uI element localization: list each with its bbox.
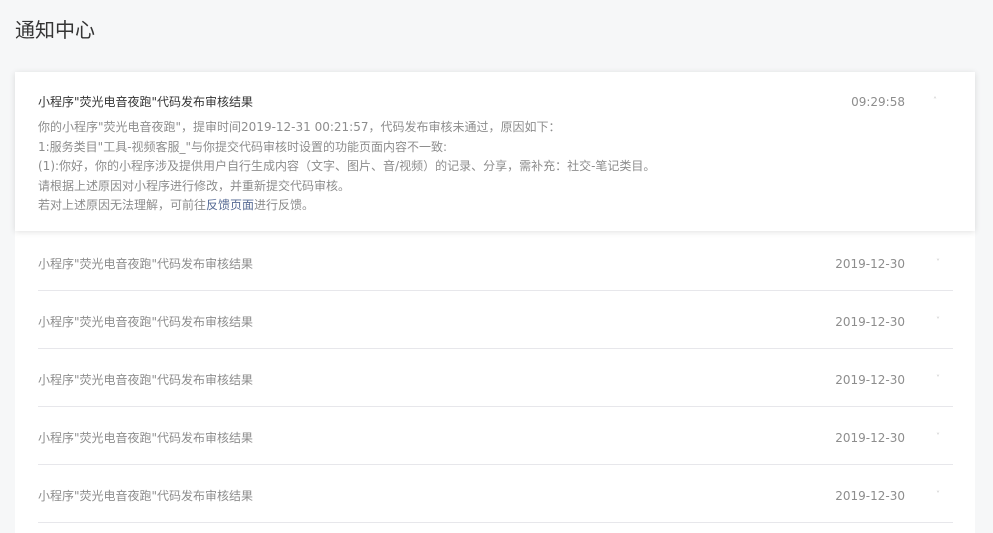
feedback-line-prefix: 若对上述原因无法理解，可前往 [38, 198, 207, 212]
notification-date: 2019-12-30 [835, 489, 905, 503]
expand-chevron-down-icon[interactable]: ˅ [933, 374, 943, 384]
notification-item[interactable]: 小程序"荧光电音夜跑"代码发布审核结果 2019-12-30 ˅ [38, 233, 953, 291]
notification-item[interactable]: 小程序"荧光电音夜跑"代码发布审核结果 2019-12-30 ˅ [38, 349, 953, 407]
notification-item-expanded[interactable]: 小程序"荧光电音夜跑"代码发布审核结果 09:29:58 ˄ 你的小程序"荧光电… [15, 72, 975, 231]
expand-chevron-down-icon[interactable]: ˅ [933, 490, 943, 500]
notification-title: 小程序"荧光电音夜跑"代码发布审核结果 [38, 95, 254, 109]
expand-chevron-down-icon[interactable]: ˅ [933, 316, 943, 326]
page-title: 通知中心 [15, 18, 95, 42]
notification-body-line: 你的小程序"荧光电音夜跑"，提审时间2019-12-31 00:21:57，代码… [38, 120, 561, 134]
notification-item[interactable]: 小程序"荧光电音夜跑"代码发布审核结果 2019-12-30 ˅ [38, 407, 953, 465]
notification-date: 2019-12-30 [835, 373, 905, 387]
notification-item[interactable]: 小程序"荧光电音夜跑"代码发布审核结果 2019-12-30 ˅ [38, 291, 953, 349]
notification-title: 小程序"荧光电音夜跑"代码发布审核结果 [38, 431, 254, 445]
notification-body-feedback-line: 若对上述原因无法理解，可前往反馈页面进行反馈。 [38, 196, 655, 216]
collapse-chevron-up-icon[interactable]: ˄ [930, 96, 940, 106]
notification-title: 小程序"荧光电音夜跑"代码发布审核结果 [38, 489, 254, 503]
expand-chevron-down-icon[interactable]: ˅ [933, 432, 943, 442]
expand-chevron-down-icon[interactable]: ˅ [933, 258, 943, 268]
notification-center-page: 通知中心 小程序"荧光电音夜跑"代码发布审核结果 09:29:58 ˄ 你的小程… [0, 0, 993, 533]
feedback-page-link[interactable]: 反馈页面 [206, 198, 254, 212]
notification-time: 09:29:58 [851, 95, 905, 109]
notification-date: 2019-12-30 [835, 257, 905, 271]
feedback-line-suffix: 进行反馈。 [254, 198, 315, 212]
notification-title: 小程序"荧光电音夜跑"代码发布审核结果 [38, 373, 254, 387]
notification-date: 2019-12-30 [835, 431, 905, 445]
notification-date: 2019-12-30 [835, 315, 905, 329]
notification-body: 你的小程序"荧光电音夜跑"，提审时间2019-12-31 00:21:57，代码… [38, 118, 655, 216]
notification-body-line: (1):你好，你的小程序涉及提供用户自行生成内容（文字、图片、音/视频）的记录、… [38, 159, 656, 173]
notification-title: 小程序"荧光电音夜跑"代码发布审核结果 [38, 257, 254, 271]
notification-body-line: 请根据上述原因对小程序进行修改，并重新提交代码审核。 [38, 178, 351, 193]
notification-title: 小程序"荧光电音夜跑"代码发布审核结果 [38, 315, 254, 329]
notification-item[interactable]: 小程序"荧光电音夜跑"代码发布审核结果 2019-12-30 ˅ [38, 465, 953, 523]
notification-body-line: 1:服务类目"工具-视频客服_"与你提交代码审核时设置的功能页面内容不一致: [38, 139, 448, 154]
